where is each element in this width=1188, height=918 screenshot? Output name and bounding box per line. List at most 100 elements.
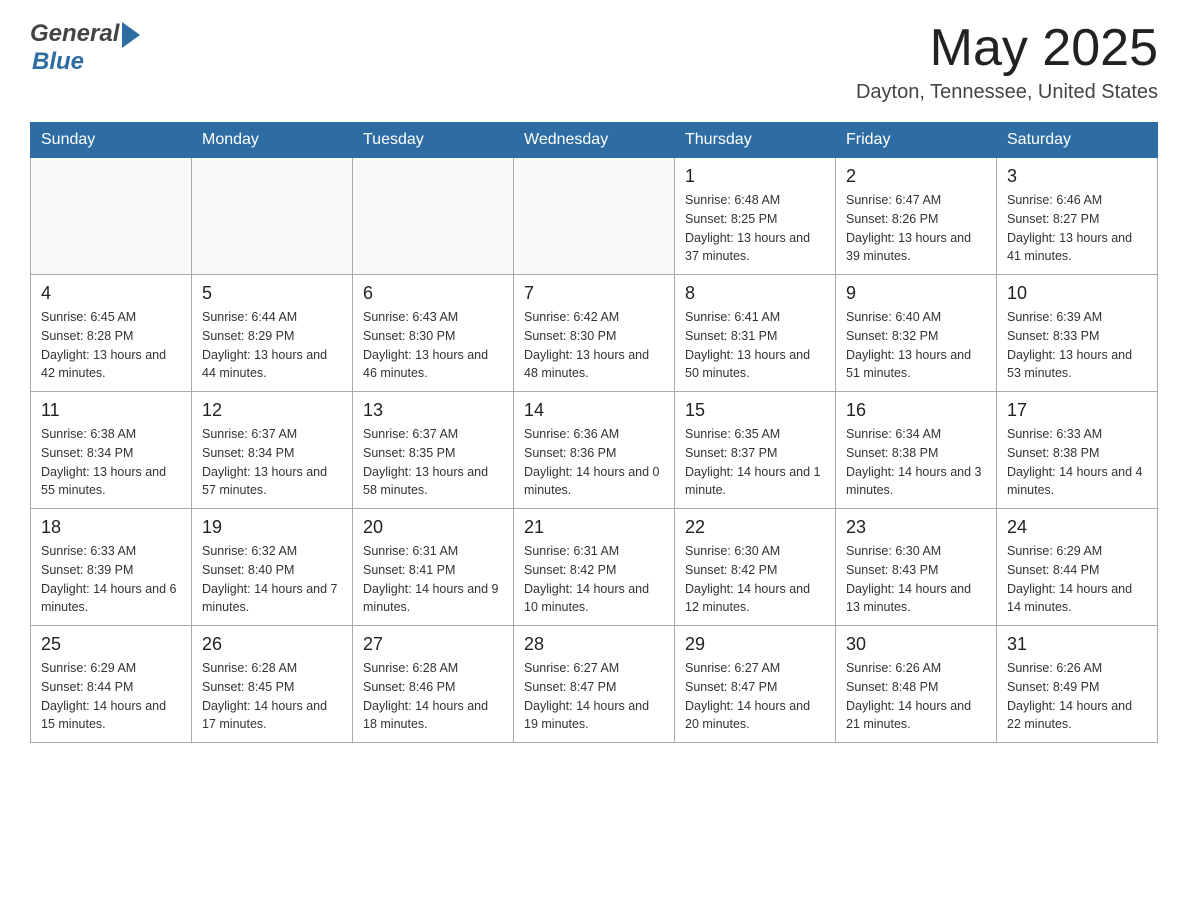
day-number: 27 xyxy=(363,634,503,655)
day-number: 21 xyxy=(524,517,664,538)
calendar-cell: 16Sunrise: 6:34 AMSunset: 8:38 PMDayligh… xyxy=(836,392,997,509)
sun-info: Sunrise: 6:27 AMSunset: 8:47 PMDaylight:… xyxy=(524,659,664,734)
day-header-wednesday: Wednesday xyxy=(514,123,675,158)
sun-info: Sunrise: 6:32 AMSunset: 8:40 PMDaylight:… xyxy=(202,542,342,617)
calendar-cell: 18 Sunrise: 6:33 AMSunset: 8:39 PMDayligh… xyxy=(31,509,192,626)
sun-info: Sunrise: 6:33 AMSunset: 8:39 PMDaylight:… xyxy=(41,542,181,617)
calendar-cell: 19 Sunrise: 6:32 AMSunset: 8:40 PMDayligh… xyxy=(192,509,353,626)
calendar-cell xyxy=(31,158,192,275)
day-number: 12 xyxy=(202,400,342,421)
calendar-cell: 28 Sunrise: 6:27 AMSunset: 8:47 PMDayligh… xyxy=(514,626,675,743)
calendar-cell: 22Sunrise: 6:30 AMSunset: 8:42 PMDayligh… xyxy=(675,509,836,626)
calendar-cell: 14Sunrise: 6:36 AMSunset: 8:36 PMDayligh… xyxy=(514,392,675,509)
calendar-week-row: 25 Sunrise: 6:29 AMSunset: 8:44 PMDayligh… xyxy=(31,626,1158,743)
sun-info: Sunrise: 6:37 AMSunset: 8:34 PMDaylight:… xyxy=(202,425,342,500)
calendar-week-row: 4 Sunrise: 6:45 AMSunset: 8:28 PMDaylight… xyxy=(31,275,1158,392)
day-number: 15 xyxy=(685,400,825,421)
calendar-cell: 12 Sunrise: 6:37 AMSunset: 8:34 PMDayligh… xyxy=(192,392,353,509)
sun-info: Sunrise: 6:40 AMSunset: 8:32 PMDaylight:… xyxy=(846,308,986,383)
day-number: 8 xyxy=(685,283,825,304)
day-number: 26 xyxy=(202,634,342,655)
sun-info: Sunrise: 6:47 AMSunset: 8:26 PMDaylight:… xyxy=(846,191,986,266)
calendar-cell: 21Sunrise: 6:31 AMSunset: 8:42 PMDayligh… xyxy=(514,509,675,626)
day-header-sunday: Sunday xyxy=(31,123,192,158)
day-number: 25 xyxy=(41,634,181,655)
calendar-cell: 4 Sunrise: 6:45 AMSunset: 8:28 PMDaylight… xyxy=(31,275,192,392)
sun-info: Sunrise: 6:44 AMSunset: 8:29 PMDaylight:… xyxy=(202,308,342,383)
calendar-cell: 26 Sunrise: 6:28 AMSunset: 8:45 PMDayligh… xyxy=(192,626,353,743)
day-number: 19 xyxy=(202,517,342,538)
calendar-cell: 25 Sunrise: 6:29 AMSunset: 8:44 PMDayligh… xyxy=(31,626,192,743)
calendar-cell: 30 Sunrise: 6:26 AMSunset: 8:48 PMDayligh… xyxy=(836,626,997,743)
day-number: 7 xyxy=(524,283,664,304)
day-number: 3 xyxy=(1007,166,1147,187)
logo-arrow-icon xyxy=(122,22,140,48)
day-number: 18 xyxy=(41,517,181,538)
sun-info: Sunrise: 6:48 AMSunset: 8:25 PMDaylight:… xyxy=(685,191,825,266)
day-number: 6 xyxy=(363,283,503,304)
sun-info: Sunrise: 6:33 AMSunset: 8:38 PMDaylight:… xyxy=(1007,425,1147,500)
day-number: 10 xyxy=(1007,283,1147,304)
day-number: 2 xyxy=(846,166,986,187)
sun-info: Sunrise: 6:28 AMSunset: 8:45 PMDaylight:… xyxy=(202,659,342,734)
calendar-cell: 17Sunrise: 6:33 AMSunset: 8:38 PMDayligh… xyxy=(997,392,1158,509)
calendar-cell: 10 Sunrise: 6:39 AMSunset: 8:33 PMDayligh… xyxy=(997,275,1158,392)
sun-info: Sunrise: 6:37 AMSunset: 8:35 PMDaylight:… xyxy=(363,425,503,500)
calendar-cell: 24 Sunrise: 6:29 AMSunset: 8:44 PMDayligh… xyxy=(997,509,1158,626)
sun-info: Sunrise: 6:41 AMSunset: 8:31 PMDaylight:… xyxy=(685,308,825,383)
sun-info: Sunrise: 6:28 AMSunset: 8:46 PMDaylight:… xyxy=(363,659,503,734)
sun-info: Sunrise: 6:34 AMSunset: 8:38 PMDaylight:… xyxy=(846,425,986,500)
sun-info: Sunrise: 6:30 AMSunset: 8:42 PMDaylight:… xyxy=(685,542,825,617)
day-number: 9 xyxy=(846,283,986,304)
calendar-cell: 3Sunrise: 6:46 AMSunset: 8:27 PMDaylight… xyxy=(997,158,1158,275)
calendar-cell: 20 Sunrise: 6:31 AMSunset: 8:41 PMDayligh… xyxy=(353,509,514,626)
sun-info: Sunrise: 6:38 AMSunset: 8:34 PMDaylight:… xyxy=(41,425,181,500)
calendar-table: SundayMondayTuesdayWednesdayThursdayFrid… xyxy=(30,122,1158,743)
day-number: 23 xyxy=(846,517,986,538)
day-header-tuesday: Tuesday xyxy=(353,123,514,158)
sun-info: Sunrise: 6:39 AMSunset: 8:33 PMDaylight:… xyxy=(1007,308,1147,383)
location-title: Dayton, Tennessee, United States xyxy=(856,81,1158,104)
day-header-monday: Monday xyxy=(192,123,353,158)
day-number: 4 xyxy=(41,283,181,304)
sun-info: Sunrise: 6:29 AMSunset: 8:44 PMDaylight:… xyxy=(41,659,181,734)
title-block: May 2025 Dayton, Tennessee, United State… xyxy=(856,20,1158,104)
day-number: 14 xyxy=(524,400,664,421)
day-number: 28 xyxy=(524,634,664,655)
day-number: 24 xyxy=(1007,517,1147,538)
calendar-cell: 2 Sunrise: 6:47 AMSunset: 8:26 PMDaylight… xyxy=(836,158,997,275)
day-header-friday: Friday xyxy=(836,123,997,158)
day-header-saturday: Saturday xyxy=(997,123,1158,158)
sun-info: Sunrise: 6:26 AMSunset: 8:48 PMDaylight:… xyxy=(846,659,986,734)
sun-info: Sunrise: 6:30 AMSunset: 8:43 PMDaylight:… xyxy=(846,542,986,617)
day-number: 30 xyxy=(846,634,986,655)
calendar-cell: 1 Sunrise: 6:48 AMSunset: 8:25 PMDaylight… xyxy=(675,158,836,275)
sun-info: Sunrise: 6:42 AMSunset: 8:30 PMDaylight:… xyxy=(524,308,664,383)
day-number: 11 xyxy=(41,400,181,421)
calendar-cell: 31 Sunrise: 6:26 AMSunset: 8:49 PMDayligh… xyxy=(997,626,1158,743)
day-number: 29 xyxy=(685,634,825,655)
logo-general-text: General xyxy=(30,20,119,48)
calendar-cell: 9 Sunrise: 6:40 AMSunset: 8:32 PMDaylight… xyxy=(836,275,997,392)
sun-info: Sunrise: 6:26 AMSunset: 8:49 PMDaylight:… xyxy=(1007,659,1147,734)
calendar-cell: 15Sunrise: 6:35 AMSunset: 8:37 PMDayligh… xyxy=(675,392,836,509)
sun-info: Sunrise: 6:45 AMSunset: 8:28 PMDaylight:… xyxy=(41,308,181,383)
calendar-cell xyxy=(353,158,514,275)
calendar-week-row: 1 Sunrise: 6:48 AMSunset: 8:25 PMDaylight… xyxy=(31,158,1158,275)
calendar-cell: 13 Sunrise: 6:37 AMSunset: 8:35 PMDayligh… xyxy=(353,392,514,509)
day-number: 1 xyxy=(685,166,825,187)
day-header-thursday: Thursday xyxy=(675,123,836,158)
day-number: 31 xyxy=(1007,634,1147,655)
calendar-header-row: SundayMondayTuesdayWednesdayThursdayFrid… xyxy=(31,123,1158,158)
sun-info: Sunrise: 6:29 AMSunset: 8:44 PMDaylight:… xyxy=(1007,542,1147,617)
day-number: 20 xyxy=(363,517,503,538)
calendar-cell: 8 Sunrise: 6:41 AMSunset: 8:31 PMDaylight… xyxy=(675,275,836,392)
calendar-cell: 7 Sunrise: 6:42 AMSunset: 8:30 PMDaylight… xyxy=(514,275,675,392)
calendar-week-row: 18 Sunrise: 6:33 AMSunset: 8:39 PMDayligh… xyxy=(31,509,1158,626)
sun-info: Sunrise: 6:27 AMSunset: 8:47 PMDaylight:… xyxy=(685,659,825,734)
sun-info: Sunrise: 6:31 AMSunset: 8:41 PMDaylight:… xyxy=(363,542,503,617)
calendar-cell: 11 Sunrise: 6:38 AMSunset: 8:34 PMDayligh… xyxy=(31,392,192,509)
day-number: 13 xyxy=(363,400,503,421)
calendar-cell xyxy=(514,158,675,275)
sun-info: Sunrise: 6:43 AMSunset: 8:30 PMDaylight:… xyxy=(363,308,503,383)
